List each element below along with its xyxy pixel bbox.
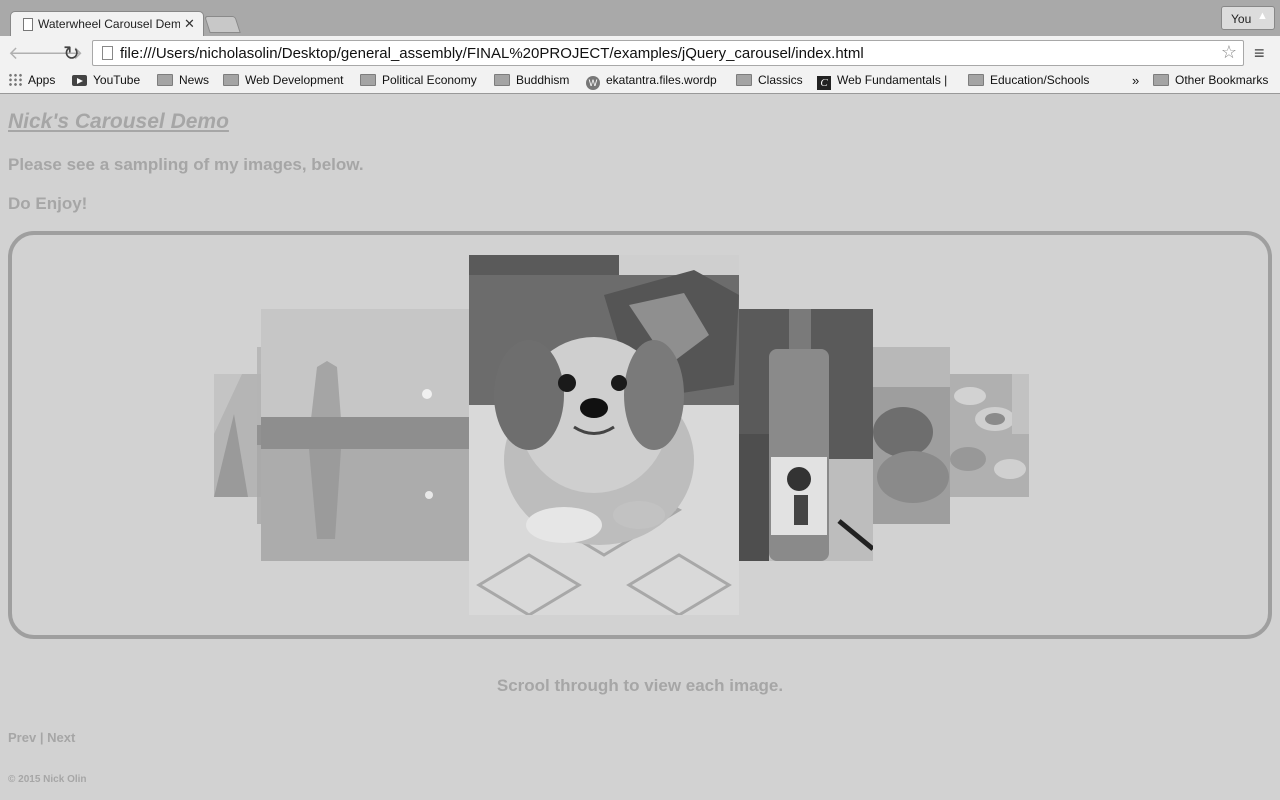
codecademy-icon: C [817, 76, 831, 90]
bookmark-apps[interactable]: Apps [8, 73, 55, 91]
address-bar[interactable]: file:///Users/nicholasolin/Desktop/gener… [92, 40, 1244, 66]
warning-icon: ▲ [1257, 10, 1268, 22]
bookmark-ekatantra[interactable]: Wekatantra.files.wordp [586, 73, 720, 91]
slide-dog-center[interactable] [469, 255, 739, 615]
folder-icon [223, 74, 239, 86]
youtube-icon [72, 75, 87, 86]
wordpress-icon: W [586, 76, 600, 90]
bookmark-political-economy[interactable]: Political Economy [360, 73, 477, 91]
footer-copyright: © 2015 Nick Olin [8, 774, 87, 785]
browser-toolbar: 🡐 🡒 ↻ file:///Users/nicholasolin/Desktop… [0, 36, 1280, 70]
bookmark-news[interactable]: News [157, 73, 209, 91]
prev-link[interactable]: Prev [8, 730, 36, 745]
folder-icon [157, 74, 173, 86]
folder-icon [968, 74, 984, 86]
bookmarks-bar: Apps YouTube News Web Development Politi… [0, 70, 1280, 94]
slide-dinner-table-far[interactable] [950, 374, 1029, 497]
folder-icon [360, 74, 376, 86]
close-tab-icon[interactable]: ✕ [184, 16, 195, 32]
url-text[interactable]: file:///Users/nicholasolin/Desktop/gener… [120, 45, 864, 62]
slide-sake-bottle[interactable] [739, 309, 873, 561]
page-title[interactable]: Nick's Carousel Demo [8, 110, 229, 134]
browser-tab[interactable]: Waterwheel Carousel Demo ✕ [10, 11, 204, 37]
bookmark-web-fundamentals[interactable]: C Web Fundamentals | [817, 73, 947, 91]
bookmark-classics[interactable]: Classics [736, 73, 803, 91]
menu-icon[interactable]: ≡ [1254, 43, 1265, 64]
folder-icon [494, 74, 510, 86]
slide-lake-moon[interactable] [261, 309, 469, 561]
page-icon [102, 46, 113, 60]
folder-icon [1153, 74, 1169, 86]
reload-icon[interactable]: ↻ [63, 41, 80, 66]
bookmark-other-bookmarks[interactable]: Other Bookmarks [1153, 73, 1268, 91]
bookmark-star-icon[interactable]: ☆ [1221, 42, 1237, 63]
slide-food-plate[interactable] [873, 347, 950, 524]
bookmarks-overflow-chevron-icon[interactable]: » [1132, 73, 1139, 91]
carousel-caption: Scrool through to view each image. [496, 676, 784, 695]
folder-icon [736, 74, 752, 86]
pager: Prev | Next [8, 730, 75, 745]
bookmark-web-development[interactable]: Web Development [223, 73, 344, 91]
new-tab-button[interactable] [204, 16, 241, 33]
pager-separator: | [39, 730, 44, 745]
tab-title: Waterwheel Carousel Demo [38, 17, 180, 31]
next-link[interactable]: Next [47, 730, 75, 745]
page-icon [23, 18, 33, 31]
profile-button[interactable]: You ▲ [1221, 6, 1275, 30]
enjoy-text: Do Enjoy! [8, 194, 88, 213]
apps-grid-icon [8, 73, 22, 86]
bookmark-youtube[interactable]: YouTube [72, 73, 140, 91]
intro-text: Please see a sampling of my images, belo… [8, 155, 364, 174]
bookmark-education-schools[interactable]: Education/Schools [968, 73, 1089, 91]
bookmark-buddhism[interactable]: Buddhism [494, 73, 569, 91]
tab-strip: Waterwheel Carousel Demo ✕ You ▲ [0, 0, 1280, 37]
profile-label: You [1231, 12, 1252, 26]
